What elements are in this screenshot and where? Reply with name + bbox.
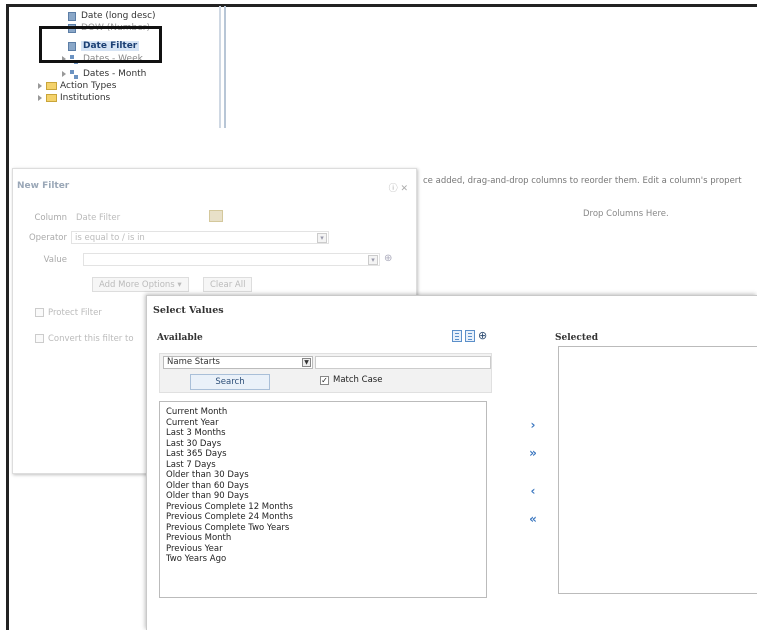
expand-icon[interactable] xyxy=(38,95,42,101)
search-panel: Name Starts ▼ Search ✓ Match Case xyxy=(159,353,492,393)
chevron-down-icon[interactable]: ▾ xyxy=(368,255,378,265)
operator-select[interactable]: is equal to / is in ▾ xyxy=(71,231,329,244)
list-item[interactable]: Last 365 Days xyxy=(166,449,486,460)
frame-top-border xyxy=(6,4,757,7)
add-more-options-button[interactable]: Add More Options ▾ xyxy=(92,277,189,292)
protect-filter-label: Protect Filter xyxy=(48,308,102,318)
tree-item-label: Institutions xyxy=(60,93,111,103)
list-item[interactable]: Previous Month xyxy=(166,533,486,544)
list-view-icon[interactable] xyxy=(452,330,462,342)
list-item[interactable]: Previous Complete 24 Months xyxy=(166,512,486,523)
clear-all-button[interactable]: Clear All xyxy=(203,277,253,292)
list-item[interactable]: Previous Complete Two Years xyxy=(166,523,486,534)
dialog-help-close-icons[interactable]: ⓘ ✕ xyxy=(389,181,408,194)
operator-label: Operator xyxy=(28,233,67,243)
search-text-input[interactable] xyxy=(315,356,491,369)
tree-item-institutions[interactable]: Institutions xyxy=(38,92,110,104)
selected-columns-instructions: ce added, drag-and-drop columns to reord… xyxy=(423,176,742,186)
folder-icon xyxy=(46,94,57,102)
drop-columns-placeholder: Drop Columns Here. xyxy=(583,209,669,219)
move-all-left-button[interactable]: « xyxy=(525,512,541,526)
selected-label: Selected xyxy=(555,333,599,343)
tree-item-label: Action Types xyxy=(60,81,117,91)
new-filter-title: New Filter xyxy=(17,181,70,191)
detail-view-icon[interactable] xyxy=(465,330,475,342)
chevron-down-icon[interactable]: ▾ xyxy=(317,233,327,243)
list-item[interactable]: Current Year xyxy=(166,418,486,429)
list-item[interactable]: Previous Complete 12 Months xyxy=(166,502,486,513)
value-label: Value xyxy=(43,255,67,265)
convert-filter-checkbox[interactable] xyxy=(35,334,44,343)
frame-left-border xyxy=(6,4,9,630)
edit-formula-icon[interactable] xyxy=(209,210,223,222)
tree-item-label: Date (long desc) xyxy=(81,11,156,21)
expand-icon[interactable] xyxy=(62,71,66,77)
select-values-dialog: Select Values Available ⊕ Selected Name … xyxy=(146,295,757,630)
match-case-checkbox[interactable]: ✓ xyxy=(320,376,329,385)
list-item[interactable]: Last 30 Days xyxy=(166,439,486,450)
view-toggle-group: ⊕ xyxy=(452,330,492,342)
search-binoculars-icon[interactable]: ⊕ xyxy=(478,330,492,342)
match-type-value: Name Starts xyxy=(167,357,220,367)
value-input[interactable]: ▾ xyxy=(83,253,380,266)
tree-item-date-long-desc[interactable]: Date (long desc) xyxy=(68,10,156,22)
tree-scrollbar-track[interactable] xyxy=(219,6,221,128)
operator-value: is equal to / is in xyxy=(75,233,145,243)
list-item[interactable]: Previous Year xyxy=(166,544,486,555)
search-binoculars-icon[interactable]: ⊕ xyxy=(384,253,392,264)
available-label: Available xyxy=(157,333,203,343)
move-left-button[interactable]: ‹ xyxy=(525,484,541,498)
convert-filter-label: Convert this filter to xyxy=(48,334,134,344)
column-icon xyxy=(68,11,76,21)
available-values-list[interactable]: Current Month Current Year Last 3 Months… xyxy=(159,401,487,598)
list-item[interactable]: Older than 90 Days xyxy=(166,491,486,502)
selected-values-list[interactable] xyxy=(558,346,757,594)
list-item[interactable]: Last 7 Days xyxy=(166,460,486,471)
move-all-right-button[interactable]: » xyxy=(525,446,541,460)
tree-item-action-types[interactable]: Action Types xyxy=(38,80,116,92)
tree-item-label: Dates - Month xyxy=(83,69,147,79)
list-item[interactable]: Two Years Ago xyxy=(166,554,486,565)
chevron-down-icon[interactable]: ▼ xyxy=(302,358,311,367)
panel-divider[interactable] xyxy=(224,6,226,128)
move-right-button[interactable]: › xyxy=(525,418,541,432)
column-label: Column xyxy=(34,213,67,223)
folder-icon xyxy=(46,82,57,90)
hierarchy-icon xyxy=(70,69,79,79)
list-item[interactable]: Older than 60 Days xyxy=(166,481,486,492)
list-item[interactable]: Current Month xyxy=(166,407,486,418)
list-item[interactable]: Last 3 Months xyxy=(166,428,486,439)
list-item[interactable]: Older than 30 Days xyxy=(166,470,486,481)
tree-item-dates-month[interactable]: Dates - Month xyxy=(62,68,146,80)
match-case-label: Match Case xyxy=(333,375,383,385)
annotation-highlight-box xyxy=(39,26,162,63)
expand-icon[interactable] xyxy=(38,83,42,89)
search-button[interactable]: Search xyxy=(190,374,270,390)
match-type-select[interactable]: Name Starts ▼ xyxy=(163,356,313,369)
protect-filter-checkbox[interactable] xyxy=(35,308,44,317)
column-value: Date Filter xyxy=(76,213,121,223)
select-values-title: Select Values xyxy=(153,305,224,316)
